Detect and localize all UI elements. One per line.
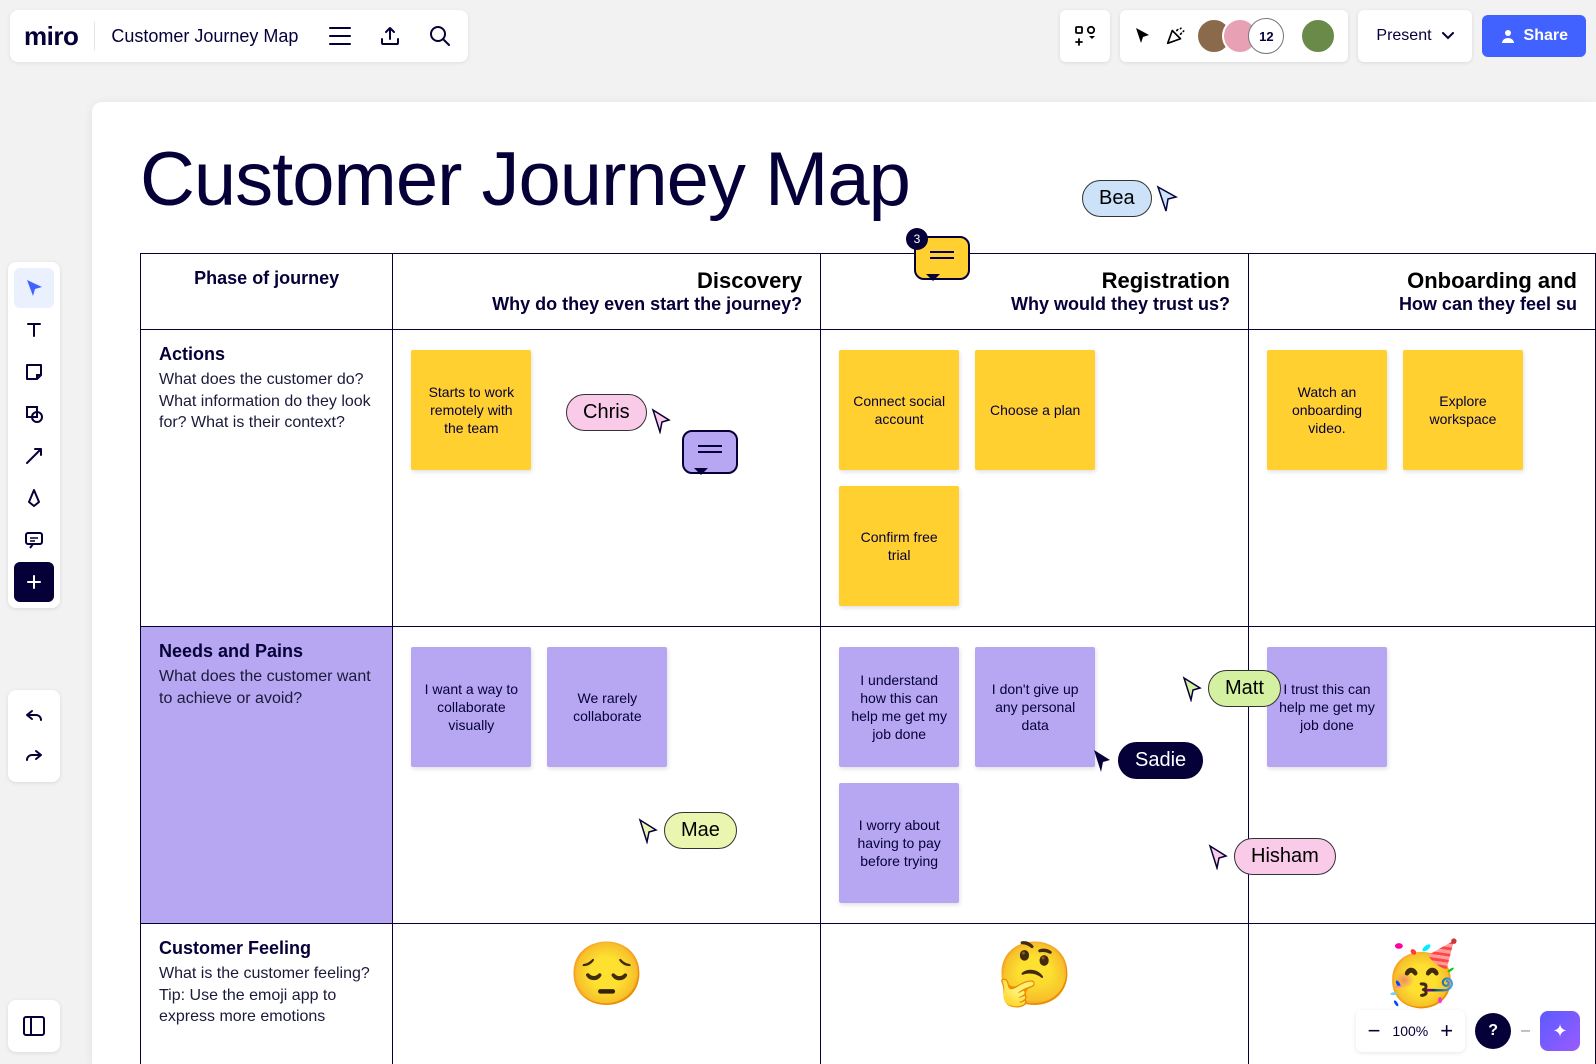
emoji-sad[interactable]: 😔: [411, 938, 802, 1011]
sticky-note[interactable]: We rarely collaborate: [547, 647, 667, 767]
needs-discovery[interactable]: I want a way to collaborate visually We …: [393, 627, 821, 924]
comment-pin[interactable]: 3: [914, 236, 970, 280]
sticky-note[interactable]: I trust this can help me get my job done: [1267, 647, 1387, 767]
search-icon[interactable]: [426, 22, 454, 50]
shape-tool[interactable]: [14, 394, 54, 434]
upload-icon[interactable]: [376, 22, 404, 50]
row-header-phase[interactable]: Phase of journey: [141, 254, 393, 330]
redo-button[interactable]: [14, 736, 54, 776]
pen-tool[interactable]: [14, 478, 54, 518]
party-icon[interactable]: [1164, 25, 1186, 47]
actions-discovery[interactable]: Starts to work remotely with the team: [393, 330, 821, 627]
ai-assistant-button[interactable]: ✦: [1540, 1011, 1580, 1051]
divider: –: [1521, 1022, 1530, 1040]
share-button[interactable]: Share: [1482, 15, 1586, 57]
panel-toggle-button[interactable]: [8, 1000, 60, 1052]
journey-map-table[interactable]: Phase of journey Discovery Why do they e…: [140, 253, 1596, 1064]
topbar-left-chip: miro Customer Journey Map: [10, 10, 468, 62]
undo-button[interactable]: [14, 696, 54, 736]
col-registration[interactable]: Registration Why would they trust us?: [821, 254, 1249, 330]
actions-registration[interactable]: Connect social account Choose a plan Con…: [821, 330, 1249, 627]
sticky-note[interactable]: Choose a plan: [975, 350, 1095, 470]
current-user-avatar[interactable]: [1300, 18, 1336, 54]
hamburger-menu-icon[interactable]: [326, 22, 354, 50]
person-icon: [1500, 28, 1516, 44]
arrow-tool[interactable]: [14, 436, 54, 476]
help-button[interactable]: ?: [1475, 1013, 1511, 1049]
sticky-note[interactable]: Starts to work remotely with the team: [411, 350, 531, 470]
apps-button[interactable]: [1060, 10, 1110, 62]
feeling-discovery[interactable]: 😔: [393, 924, 821, 1064]
cursor-mode-icon[interactable]: [1132, 25, 1154, 47]
topbar: miro Customer Journey Map: [0, 0, 1596, 72]
canvas-frame[interactable]: Customer Journey Map Phase of journey Di…: [92, 102, 1596, 1064]
feeling-registration[interactable]: 🤔: [821, 924, 1249, 1064]
sticky-note[interactable]: I worry about having to pay before tryin…: [839, 783, 959, 903]
sticky-note[interactable]: Connect social account: [839, 350, 959, 470]
comment-count-badge: 3: [906, 228, 928, 250]
side-toolbar: [8, 262, 60, 608]
sticky-tool[interactable]: [14, 352, 54, 392]
row-header-actions[interactable]: Actions What does the customer do? What …: [141, 330, 393, 627]
text-tool[interactable]: [14, 310, 54, 350]
col-onboarding[interactable]: Onboarding and How can they feel su: [1248, 254, 1595, 330]
col-discovery[interactable]: Discovery Why do they even start the jou…: [393, 254, 821, 330]
board-title[interactable]: Customer Journey Map: [111, 26, 298, 47]
miro-logo[interactable]: miro: [24, 21, 78, 52]
chevron-down-icon: [1442, 32, 1454, 40]
emoji-party[interactable]: 🥳: [1267, 938, 1577, 1011]
sticky-note[interactable]: I don't give up any personal data: [975, 647, 1095, 767]
row-header-needs[interactable]: Needs and Pains What does the customer w…: [141, 627, 393, 924]
comment-pin[interactable]: [682, 430, 738, 474]
needs-onboarding[interactable]: I trust this can help me get my job done: [1248, 627, 1595, 924]
zoom-level[interactable]: 100%: [1392, 1023, 1428, 1039]
sticky-note[interactable]: Explore workspace: [1403, 350, 1523, 470]
sticky-note[interactable]: Watch an onboarding video.: [1267, 350, 1387, 470]
topbar-right: 12 Present Share: [1060, 10, 1586, 62]
sticky-note[interactable]: I want a way to collaborate visually: [411, 647, 531, 767]
sticky-note[interactable]: I understand how this can help me get my…: [839, 647, 959, 767]
collab-chip: 12: [1120, 10, 1348, 62]
actions-onboarding[interactable]: Watch an onboarding video. Explore works…: [1248, 330, 1595, 627]
comment-tool[interactable]: [14, 520, 54, 560]
collaborator-count[interactable]: 12: [1248, 18, 1284, 54]
present-button[interactable]: Present: [1358, 10, 1471, 62]
undo-redo-toolbar: [8, 690, 60, 782]
add-more-tool[interactable]: [14, 562, 54, 602]
frame-title[interactable]: Customer Journey Map: [140, 136, 1596, 223]
row-header-feeling[interactable]: Customer Feeling What is the customer fe…: [141, 924, 393, 1064]
emoji-thinking[interactable]: 🤔: [839, 938, 1230, 1011]
zoom-control: − 100% +: [1356, 1010, 1466, 1052]
sticky-note[interactable]: Confirm free trial: [839, 486, 959, 606]
select-tool[interactable]: [14, 268, 54, 308]
bottom-right-controls: − 100% + ? – ✦: [1356, 1010, 1580, 1052]
needs-registration[interactable]: I understand how this can help me get my…: [821, 627, 1249, 924]
